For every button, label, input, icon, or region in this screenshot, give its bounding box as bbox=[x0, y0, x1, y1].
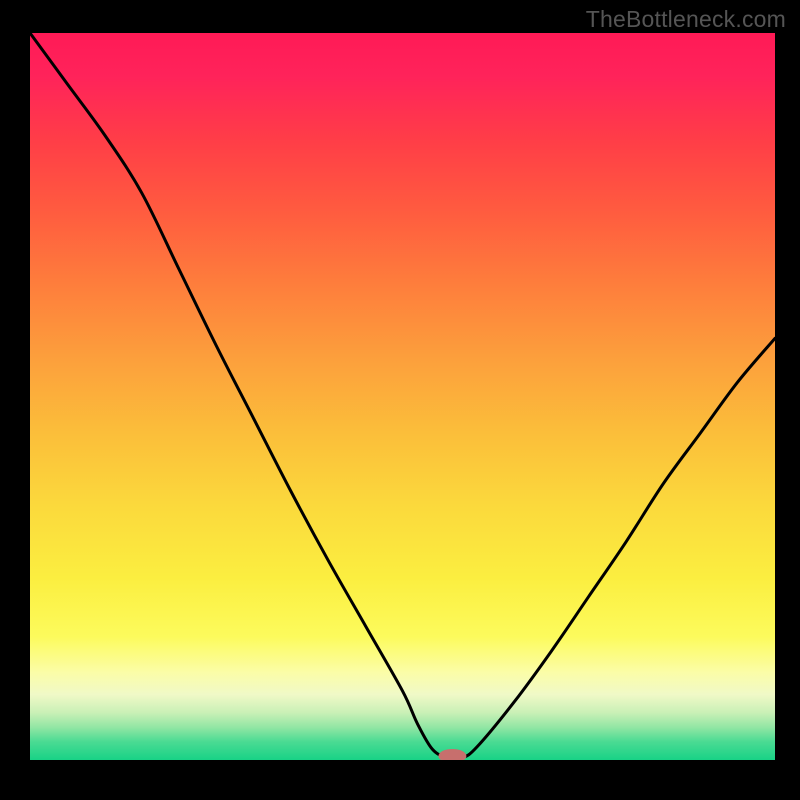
bottleneck-chart bbox=[0, 0, 800, 800]
plot-area bbox=[30, 33, 775, 763]
watermark-text: TheBottleneck.com bbox=[586, 6, 786, 33]
gradient-background bbox=[30, 33, 775, 760]
chart-wrapper: TheBottleneck.com bbox=[0, 0, 800, 800]
